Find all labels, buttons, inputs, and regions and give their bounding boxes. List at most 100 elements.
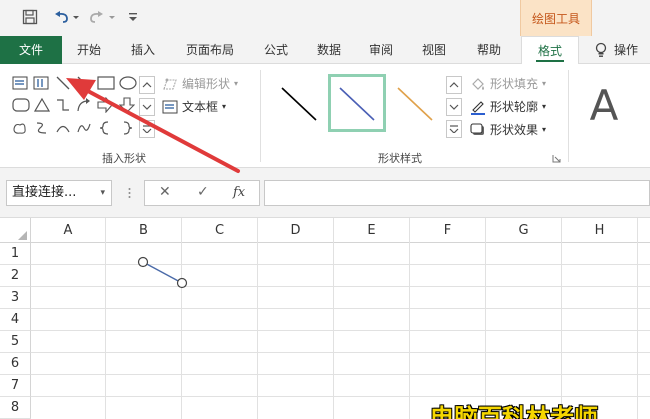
chevron-down-icon: ▾	[542, 125, 547, 134]
undo-icon[interactable]	[50, 6, 80, 28]
row-gridline	[31, 308, 650, 309]
tab-review[interactable]: 审阅	[356, 36, 406, 64]
cancel-icon[interactable]: ✕	[159, 184, 171, 200]
chevron-down-icon: ▾	[542, 102, 547, 111]
row-header-3[interactable]: 3	[0, 287, 31, 309]
shape-effects-button[interactable]: 形状效果 ▾	[470, 121, 546, 138]
text-box-shape-icon[interactable]	[12, 76, 28, 90]
text-box-icon	[162, 100, 178, 113]
insert-shapes-group-label: 插入形状	[102, 152, 146, 165]
tab-home[interactable]: 开始	[66, 36, 112, 64]
column-header-g[interactable]: G	[486, 218, 562, 243]
wordart-style-preview[interactable]: A	[576, 74, 632, 136]
customize-icon[interactable]	[124, 6, 142, 28]
row-header-1[interactable]: 1	[0, 243, 31, 265]
shape-style-blue-selected[interactable]	[328, 74, 386, 132]
column-headers: A B C D E F G H	[0, 218, 650, 243]
row-header-5[interactable]: 5	[0, 331, 31, 353]
tab-help[interactable]: 帮助	[464, 36, 514, 64]
tab-view[interactable]: 视图	[410, 36, 458, 64]
connector-end-handle[interactable]	[176, 277, 188, 289]
row-header-8[interactable]: 8	[0, 397, 31, 419]
shape-effects-label: 形状效果	[490, 123, 539, 137]
select-all-triangle	[18, 231, 27, 240]
column-header-d[interactable]: D	[258, 218, 334, 243]
column-header-e[interactable]: E	[334, 218, 410, 243]
rectangle-shape-icon[interactable]	[97, 76, 115, 90]
column-header-c[interactable]: C	[182, 218, 258, 243]
formula-input[interactable]	[264, 180, 650, 206]
styles-scroll-down[interactable]	[446, 98, 462, 116]
name-box[interactable]: 直接连接... ▾	[6, 180, 112, 206]
column-header-a[interactable]: A	[31, 218, 106, 243]
dialog-launcher-icon[interactable]	[552, 152, 561, 166]
active-tab-underline	[536, 60, 564, 62]
shape-style-orange[interactable]	[386, 74, 444, 132]
select-all-corner[interactable]	[0, 218, 31, 243]
tab-insert[interactable]: 插入	[118, 36, 168, 64]
tab-formulas[interactable]: 公式	[252, 36, 300, 64]
tab-format[interactable]: 格式	[521, 36, 579, 65]
shapes-scroll-down[interactable]	[139, 98, 155, 116]
column-gridline	[561, 243, 562, 419]
right-brace-shape-icon[interactable]	[119, 120, 135, 136]
right-arrow-shape-icon[interactable]	[97, 97, 113, 113]
tab-format-label: 格式	[537, 44, 562, 58]
column-gridline	[257, 243, 258, 419]
freeform-shape-icon[interactable]	[12, 120, 28, 136]
connector-start-handle[interactable]	[137, 256, 149, 268]
row-header-4[interactable]: 4	[0, 309, 31, 331]
shape-fill-button[interactable]: 形状填充 ▾	[470, 75, 546, 92]
row-gridline	[31, 286, 650, 287]
shapes-more-button[interactable]	[139, 120, 155, 138]
shape-effects-icon	[470, 122, 484, 135]
save-icon[interactable]	[18, 6, 42, 28]
redo-icon[interactable]	[88, 6, 118, 28]
group-divider	[260, 70, 261, 162]
elbow-connector-shape-icon[interactable]	[55, 97, 71, 113]
confirm-icon[interactable]: ✓	[197, 184, 209, 200]
row-gridline	[31, 396, 650, 397]
shapes-scroll-up[interactable]	[139, 76, 155, 94]
connector-line-shape[interactable]	[130, 252, 196, 292]
drawing-tools-context-label: 绘图工具	[520, 0, 592, 36]
edit-shape-button[interactable]: 编辑形状 ▾	[162, 75, 238, 92]
oval-shape-icon[interactable]	[119, 76, 137, 90]
shape-style-black[interactable]	[270, 74, 328, 132]
row-header-2[interactable]: 2	[0, 265, 31, 287]
watermark-text: 电脑百科林老师	[430, 404, 598, 419]
styles-scroll-up[interactable]	[446, 76, 462, 94]
tab-file[interactable]: 文件	[0, 36, 62, 64]
tell-me-search[interactable]: 操作	[594, 36, 650, 64]
paint-bucket-icon	[472, 77, 484, 90]
left-brace-shape-icon[interactable]	[97, 120, 113, 136]
text-box-button[interactable]: 文本框 ▾	[162, 98, 226, 115]
down-arrow-shape-icon[interactable]	[119, 97, 135, 113]
styles-more-button[interactable]	[446, 120, 462, 138]
tab-page-layout[interactable]: 页面布局	[174, 36, 246, 64]
rounded-rectangle-shape-icon[interactable]	[12, 98, 30, 112]
line-shape-icon[interactable]	[55, 75, 71, 91]
worksheet-grid[interactable]: A B C D E F G H 1 2 3 4 5 6 7 8	[0, 218, 650, 419]
column-gridline	[485, 243, 486, 419]
tab-data[interactable]: 数据	[306, 36, 352, 64]
vertical-text-box-shape-icon[interactable]	[33, 76, 49, 90]
splitter-handle[interactable]	[128, 182, 131, 204]
chevron-down-icon: ▾	[222, 102, 227, 111]
row-header-6[interactable]: 6	[0, 353, 31, 375]
triangle-shape-icon[interactable]	[34, 97, 50, 113]
column-gridline	[333, 243, 334, 419]
curved-arrow-shape-icon[interactable]	[76, 97, 92, 113]
column-header-b[interactable]: B	[106, 218, 182, 243]
wave-shape-icon[interactable]	[76, 120, 92, 136]
text-box-label: 文本框	[182, 100, 219, 114]
shape-outline-button[interactable]: 形状轮廓 ▾	[470, 98, 546, 115]
arrow-shape-icon[interactable]	[76, 75, 92, 91]
column-header-h[interactable]: H	[562, 218, 638, 243]
row-gridline	[31, 374, 650, 375]
insert-function-button[interactable]: fx	[233, 185, 245, 200]
arc-shape-icon[interactable]	[55, 120, 71, 136]
row-header-7[interactable]: 7	[0, 375, 31, 397]
scribble-shape-icon[interactable]	[34, 120, 50, 136]
column-header-f[interactable]: F	[410, 218, 486, 243]
